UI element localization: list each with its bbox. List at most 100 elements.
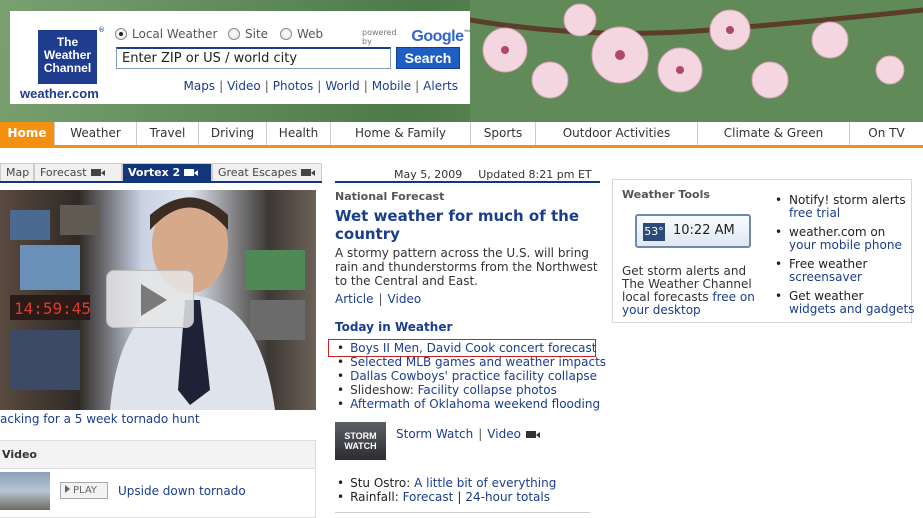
search-input[interactable]: Enter ZIP or US / world city (116, 47, 391, 69)
tool-link[interactable]: your mobile phone (789, 239, 914, 252)
story-prefix: Slideshow: (350, 383, 418, 397)
list-item: Free weatherscreensaver (775, 258, 914, 284)
main-nav: Home Weather Travel Driving Health Home … (0, 122, 923, 148)
story-link[interactable]: Dallas Cowboys' practice facility collap… (350, 369, 597, 383)
play-video-button[interactable] (106, 270, 194, 328)
nav-weather[interactable]: Weather (55, 122, 137, 145)
radio-icon (228, 28, 240, 40)
story-link[interactable]: Facility collapse photos (418, 383, 557, 397)
today-in-weather-list: Boys II Men, David Cook concert forecast… (337, 341, 606, 411)
quick-link-photos[interactable]: Photos (273, 79, 313, 93)
google-trademark: ™ (463, 29, 471, 37)
play-button[interactable]: PLAY (60, 482, 108, 499)
powered-by-label: powered by (362, 28, 397, 46)
divider (335, 512, 590, 513)
header-banner: The Weather Channel ® weather.com Local … (0, 0, 923, 122)
search-button[interactable]: Search (396, 47, 460, 69)
section-divider (335, 181, 600, 183)
tab-great-escapes[interactable]: Great Escapes (212, 163, 322, 181)
quick-link-mobile[interactable]: Mobile (372, 79, 411, 93)
video-link[interactable]: Video (388, 292, 422, 306)
item-link[interactable]: 24-hour totals (465, 490, 550, 504)
list-item: Rainfall: Forecast|24-hour totals (337, 490, 556, 504)
list-item: Boys II Men, David Cook concert forecast (337, 341, 606, 355)
quick-link-maps[interactable]: Maps (183, 79, 215, 93)
nav-travel[interactable]: Travel (137, 122, 199, 145)
tool-text: weather.com on (789, 225, 886, 239)
video-camera-icon (90, 169, 105, 176)
tab-label: Map (6, 165, 30, 179)
scope-radio-site[interactable]: Site (228, 27, 268, 41)
quick-links: Maps | Video | Photos | World | Mobile | Alerts (183, 79, 458, 93)
tool-link[interactable]: widgets and gadgets (789, 303, 914, 316)
logo-box: The Weather Channel (38, 30, 97, 84)
item-prefix: Rainfall: (350, 490, 403, 504)
video-thumbnail[interactable] (0, 472, 50, 510)
story-link[interactable]: Selected MLB games and weather impacts (350, 355, 606, 369)
logo-trademark: ® (98, 26, 105, 34)
tool-text: Get weather (789, 289, 864, 303)
radio-icon (280, 28, 292, 40)
clock-time: 10:22 AM (673, 223, 735, 238)
radio-selected-icon (115, 28, 127, 40)
google-logo: Google™ (411, 28, 470, 46)
nav-home-family[interactable]: Home & Family (331, 122, 471, 145)
play-icon (65, 485, 70, 493)
quick-link-world[interactable]: World (325, 79, 359, 93)
video-caption-link[interactable]: acking for a 5 week tornado hunt (0, 412, 200, 426)
thumb-line: WATCH (344, 441, 377, 451)
nav-climate-green[interactable]: Climate & Green (698, 122, 850, 145)
article-link[interactable]: Article (335, 292, 374, 306)
nav-outdoor-activities[interactable]: Outdoor Activities (536, 122, 698, 145)
list-item: Slideshow: Facility collapse photos (337, 383, 606, 397)
tab-forecast[interactable]: Forecast (34, 163, 122, 181)
story-link[interactable]: Aftermath of Oklahoma weekend flooding (350, 397, 600, 411)
tool-link[interactable]: free trial (789, 207, 914, 220)
headline-summary: A stormy pattern across the U.S. will br… (335, 246, 598, 288)
section-label: National Forecast (335, 190, 445, 203)
nav-on-tv[interactable]: On TV (850, 122, 923, 145)
date-line: May 5, 2009 Updated 8:21 pm ET (394, 168, 592, 181)
storm-watch-link[interactable]: Storm Watch (396, 427, 473, 441)
tab-label: Vortex 2 (128, 165, 181, 179)
google-wordmark: Google (411, 28, 464, 45)
scope-radio-web[interactable]: Web (280, 27, 323, 41)
play-label: PLAY (73, 485, 98, 496)
nav-sports[interactable]: Sports (471, 122, 536, 145)
quick-link-alerts[interactable]: Alerts (423, 79, 458, 93)
storm-watch-thumbnail[interactable]: STORM WATCH (335, 422, 386, 460)
list-item: Get weatherwidgets and gadgets (775, 290, 914, 316)
desktop-widget-image[interactable]: 53° 10:22 AM (625, 210, 763, 252)
video-box: Video PLAY Upside down tornado (0, 440, 316, 518)
list-item: Selected MLB games and weather impacts (337, 355, 606, 369)
list-item: Aftermath of Oklahoma weekend flooding (337, 397, 606, 411)
nav-driving[interactable]: Driving (199, 122, 267, 145)
video-camera-icon (301, 169, 316, 176)
tool-text: Notify! storm alerts (789, 193, 906, 207)
tab-vortex-2[interactable]: Vortex 2 (122, 163, 212, 181)
quick-link-video[interactable]: Video (227, 79, 261, 93)
tabs-underline (0, 181, 322, 183)
tools-description: Get storm alerts and The Weather Channel… (622, 265, 757, 317)
storm-watch-video-link[interactable]: Video (487, 427, 521, 441)
video-tabs: Map Forecast Vortex 2 Great Escapes (0, 163, 322, 182)
video-player[interactable]: 14:59:45 (0, 190, 316, 410)
updated-text: Updated 8:21 pm ET (478, 168, 592, 181)
nav-home[interactable]: Home (0, 122, 55, 145)
item-link[interactable]: Forecast (403, 490, 454, 504)
scope-radio-local-weather[interactable]: Local Weather (115, 27, 217, 41)
scope-label: Web (297, 27, 324, 41)
list-item: Notify! storm alertsfree trial (775, 194, 914, 220)
video-item-link[interactable]: Upside down tornado (118, 484, 246, 498)
item-link[interactable]: A little bit of everything (414, 476, 556, 490)
tab-map[interactable]: Map (0, 163, 34, 181)
item-prefix: Stu Ostro: (350, 476, 415, 490)
story-link[interactable]: Boys II Men, David Cook concert forecast (350, 341, 596, 355)
weather-tools-panel: Weather Tools 53° 10:22 AM Get storm ale… (612, 179, 914, 323)
weather-channel-logo[interactable]: The Weather Channel ® weather.com (18, 22, 108, 102)
headline-link[interactable]: Wet weather for much of the country (335, 207, 597, 243)
tab-label: Great Escapes (218, 165, 298, 179)
nav-health[interactable]: Health (267, 122, 331, 145)
scope-label: Local Weather (132, 27, 218, 41)
tool-link[interactable]: screensaver (789, 271, 914, 284)
